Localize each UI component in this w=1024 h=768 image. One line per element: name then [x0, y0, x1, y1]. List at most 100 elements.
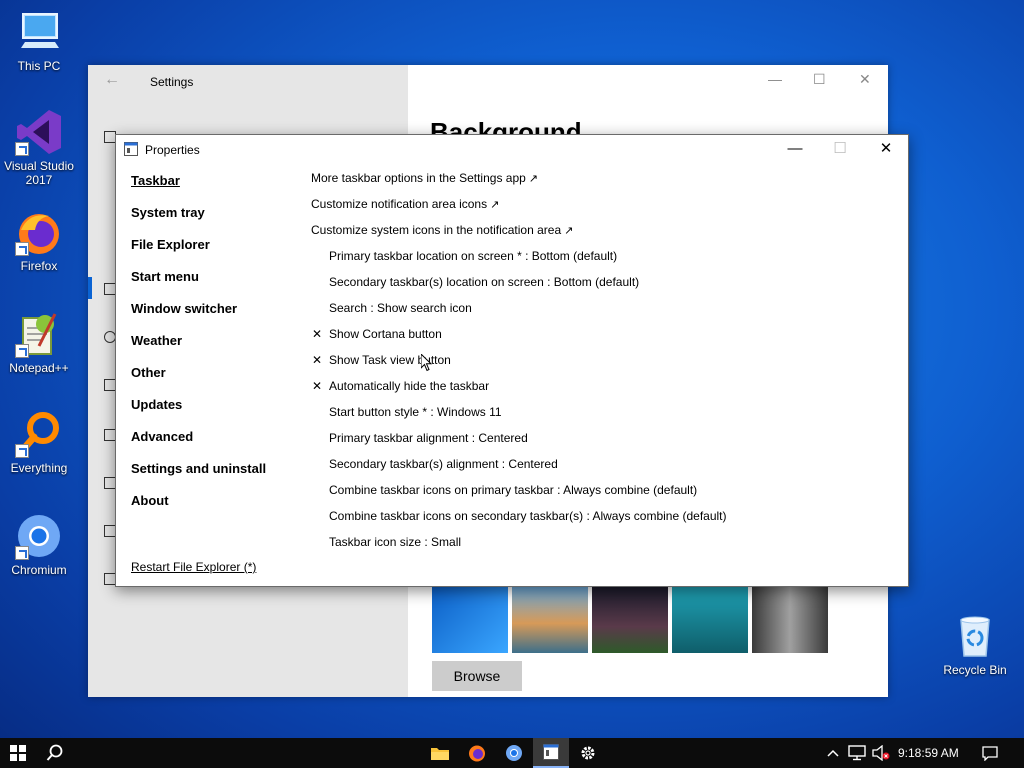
background-thumbnail-1[interactable]	[432, 587, 508, 653]
chromium-icon	[15, 512, 63, 560]
tray-clock[interactable]: 9:18:59 AM	[898, 746, 959, 760]
notepadpp-icon	[15, 310, 63, 358]
option-show-cortana-button[interactable]: ✕ Show Cortana button	[311, 324, 727, 350]
nav-item-other[interactable]: Other	[131, 363, 266, 395]
option-start-button-style[interactable]: Start button style * : Windows 11	[311, 402, 727, 428]
desktop-icon-recycle-bin[interactable]: Recycle Bin	[937, 612, 1013, 677]
shortcut-arrow-icon	[15, 344, 29, 358]
background-thumbnail-5[interactable]	[752, 587, 828, 653]
restart-file-explorer-link[interactable]: Restart File Explorer (*)	[131, 560, 256, 574]
external-link-icon: ↗	[564, 225, 574, 237]
taskbar-firefox[interactable]	[459, 738, 495, 768]
option-taskbar-icon-size[interactable]: Taskbar icon size : Small	[311, 532, 727, 558]
computer-icon	[15, 8, 63, 56]
desktop-icon-label: Visual Studio 2017	[4, 159, 74, 187]
desktop-icon-notepadpp[interactable]: Notepad++	[1, 310, 77, 375]
option-show-task-view-button[interactable]: ✕ Show Task view button	[311, 350, 727, 376]
option-primary-taskbar-location[interactable]: Primary taskbar location on screen * : B…	[311, 246, 727, 272]
browse-button[interactable]: Browse	[432, 661, 522, 691]
taskbar-options-list: More taskbar options in the Settings app…	[311, 168, 727, 558]
search-icon	[46, 744, 63, 761]
external-link-icon: ↗	[528, 173, 539, 185]
close-icon[interactable]: ✕	[871, 140, 901, 160]
chevron-up-icon	[827, 749, 839, 757]
desktop-icon-label: Recycle Bin	[943, 663, 1007, 677]
action-center-button[interactable]	[972, 738, 1008, 768]
taskbar-file-explorer[interactable]	[422, 738, 458, 768]
sidebar-active-indicator	[88, 277, 92, 299]
settings-gear-icon	[581, 746, 595, 760]
shortcut-arrow-icon	[15, 242, 29, 256]
taskbar-chromium[interactable]	[496, 738, 532, 768]
minimize-icon[interactable]: —	[768, 71, 782, 87]
windows-logo-icon	[10, 745, 26, 761]
network-icon	[848, 745, 866, 761]
option-secondary-taskbar-alignment[interactable]: Secondary taskbar(s) alignment : Centere…	[311, 454, 727, 480]
option-secondary-taskbar-location[interactable]: Secondary taskbar(s) location on screen …	[311, 272, 727, 298]
properties-titlebar[interactable]: Properties — ☐ ✕	[116, 135, 908, 165]
nav-item-system-tray[interactable]: System tray	[131, 203, 266, 235]
start-button[interactable]	[0, 738, 36, 768]
nav-item-weather[interactable]: Weather	[131, 331, 266, 363]
taskbar-properties[interactable]	[533, 738, 569, 768]
tray-volume[interactable]	[866, 738, 896, 768]
unchecked-x-icon: ✕	[312, 327, 323, 341]
background-thumbnail-4[interactable]	[672, 587, 748, 653]
option-label: Show Cortana button	[329, 327, 442, 341]
nav-item-taskbar[interactable]: Taskbar	[131, 171, 266, 203]
option-label: Customize system icons in the notificati…	[311, 223, 562, 237]
recycle-bin-icon	[951, 612, 999, 660]
search-button[interactable]	[37, 738, 73, 768]
option-more-taskbar-settings-link[interactable]: More taskbar options in the Settings app…	[311, 168, 727, 194]
external-link-icon: ↗	[490, 199, 500, 211]
nav-item-window-switcher[interactable]: Window switcher	[131, 299, 266, 331]
maximize-icon[interactable]: ☐	[825, 140, 855, 160]
taskbar-settings[interactable]	[570, 738, 606, 768]
desktop-icon-firefox[interactable]: Firefox	[1, 208, 77, 273]
volume-muted-icon	[872, 745, 890, 761]
taskbar: 9:18:59 AM	[0, 738, 1024, 768]
option-auto-hide-taskbar[interactable]: ✕ Automatically hide the taskbar	[311, 376, 727, 402]
desktop-icon-this-pc[interactable]: This PC	[1, 8, 77, 73]
chromium-icon	[506, 745, 522, 761]
option-search[interactable]: Search : Show search icon	[311, 298, 727, 324]
background-thumbnail-2[interactable]	[512, 587, 588, 653]
desktop-icon-chromium[interactable]: Chromium	[1, 512, 77, 577]
option-primary-taskbar-alignment[interactable]: Primary taskbar alignment : Centered	[311, 428, 727, 454]
file-explorer-icon	[431, 748, 449, 760]
maximize-icon[interactable]: ☐	[813, 71, 826, 88]
properties-app-icon	[124, 142, 138, 156]
nav-item-updates[interactable]: Updates	[131, 395, 266, 427]
option-combine-primary[interactable]: Combine taskbar icons on primary taskbar…	[311, 480, 727, 506]
background-thumbnail-3[interactable]	[592, 587, 668, 653]
settings-window-title: Settings	[150, 75, 194, 89]
nav-item-file-explorer[interactable]: File Explorer	[131, 235, 266, 267]
option-label: Customize notification area icons	[311, 197, 488, 211]
properties-app-icon	[543, 744, 559, 760]
close-icon[interactable]: ✕	[859, 71, 871, 88]
option-notification-icons-link[interactable]: Customize notification area icons ↗	[311, 194, 727, 220]
back-arrow-icon[interactable]: ←	[104, 71, 120, 89]
nav-item-start-menu[interactable]: Start menu	[131, 267, 266, 299]
visual-studio-icon	[15, 108, 63, 156]
shortcut-arrow-icon	[15, 546, 29, 560]
mouse-cursor-icon	[421, 354, 433, 372]
desktop-icon-label: This PC	[17, 59, 61, 73]
minimize-icon[interactable]: —	[780, 140, 810, 160]
option-system-icons-link[interactable]: Customize system icons in the notificati…	[311, 220, 727, 246]
unchecked-x-icon: ✕	[312, 379, 323, 393]
nav-item-advanced[interactable]: Advanced	[131, 427, 266, 459]
shortcut-arrow-icon	[15, 142, 29, 156]
desktop-icon-visual-studio[interactable]: Visual Studio 2017	[1, 108, 77, 187]
nav-item-about[interactable]: About	[131, 491, 266, 523]
firefox-icon	[469, 745, 485, 762]
properties-nav: Taskbar System tray File Explorer Start …	[131, 171, 266, 523]
properties-title: Properties	[145, 143, 200, 157]
option-combine-secondary[interactable]: Combine taskbar icons on secondary taskb…	[311, 506, 727, 532]
option-label: Automatically hide the taskbar	[329, 379, 490, 393]
desktop-icon-everything[interactable]: Everything	[1, 410, 77, 475]
desktop-icon-label: Notepad++	[9, 361, 69, 375]
notification-icon	[982, 745, 998, 761]
nav-item-settings-and-uninstall[interactable]: Settings and uninstall	[131, 459, 266, 491]
unchecked-x-icon: ✕	[312, 353, 323, 367]
